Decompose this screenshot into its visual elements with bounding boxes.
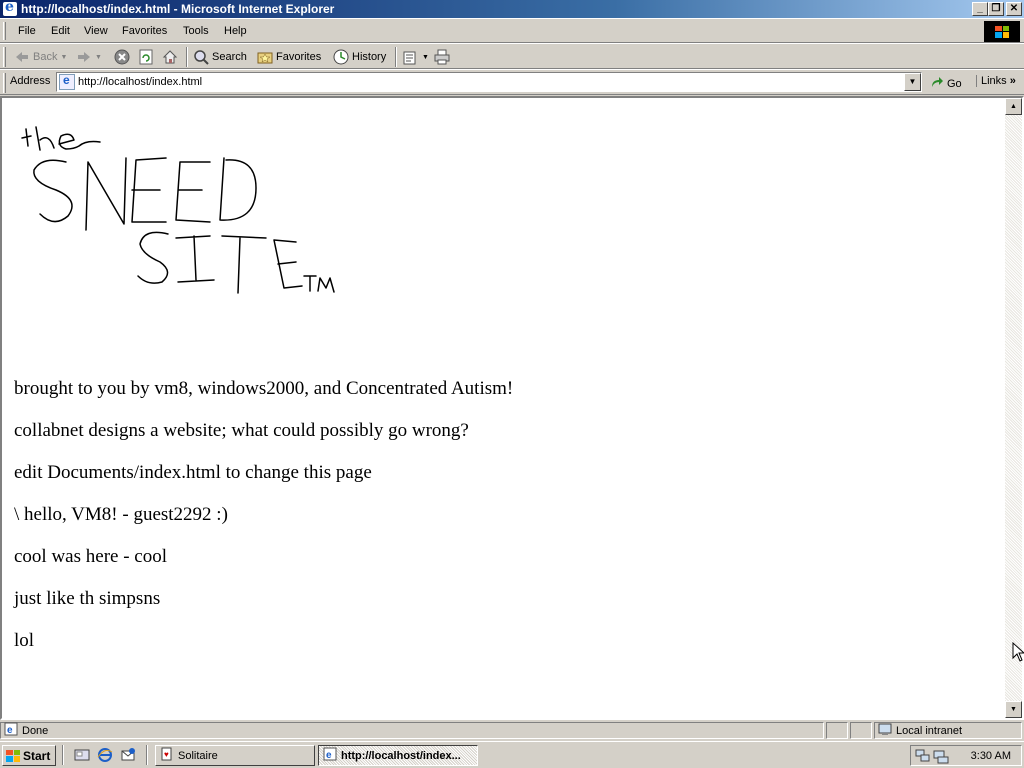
home-button[interactable] xyxy=(162,48,178,66)
sneed-site-logo xyxy=(14,118,344,306)
close-button[interactable]: ✕ xyxy=(1006,2,1022,16)
windows-flag-icon xyxy=(6,749,20,762)
back-dropdown-icon[interactable]: ▼ xyxy=(60,54,67,61)
standard-toolbar: Back ▼ ▼ Search Favorites History ▼ xyxy=(0,43,1024,69)
menu-view[interactable]: View xyxy=(84,25,108,37)
page-icon xyxy=(59,73,75,90)
taskbar-separator xyxy=(62,745,64,765)
chevron-right-icon: » xyxy=(1009,75,1016,87)
scroll-up-button[interactable]: ▲ xyxy=(1005,98,1022,115)
favorites-button[interactable]: Favorites xyxy=(257,48,321,66)
scroll-down-button[interactable]: ▼ xyxy=(1005,701,1022,718)
network-icon-2[interactable] xyxy=(933,748,949,767)
address-label: Address xyxy=(10,75,51,87)
paragraph: brought to you by vm8, windows2000, and … xyxy=(14,378,514,399)
status-panel-empty xyxy=(850,722,872,739)
minimize-button[interactable]: _ xyxy=(972,2,988,16)
menu-grip[interactable] xyxy=(3,22,6,40)
ie-icon xyxy=(3,0,17,16)
system-tray: 3:30 AM xyxy=(910,745,1022,766)
task-internet-explorer[interactable]: e http://localhost/index... xyxy=(318,745,478,766)
svg-text:e: e xyxy=(326,750,332,761)
zone-text: Local intranet xyxy=(896,724,963,737)
menu-help[interactable]: Help xyxy=(224,25,247,37)
refresh-icon xyxy=(138,49,154,65)
favorites-icon xyxy=(257,49,273,65)
history-button[interactable]: History xyxy=(333,48,386,66)
task-solitaire[interactable]: ♥ Solitaire xyxy=(155,745,315,766)
status-panel-empty xyxy=(826,722,848,739)
stop-button[interactable] xyxy=(114,48,130,66)
forward-dropdown-icon[interactable]: ▼ xyxy=(95,54,102,61)
menu-tools[interactable]: Tools xyxy=(183,25,209,37)
go-arrow-icon xyxy=(930,75,944,92)
forward-arrow-icon xyxy=(76,49,92,65)
address-grip[interactable] xyxy=(3,73,6,93)
mail-button[interactable]: ▼ xyxy=(403,48,429,66)
browser-viewport: brought to you by vm8, windows2000, and … xyxy=(0,96,1024,720)
home-icon xyxy=(162,49,178,65)
paragraph: \ hello, VM8! - guest2292 :) xyxy=(14,504,228,525)
address-bar: Address http://localhost/index.html ▼ Go… xyxy=(0,69,1024,95)
svg-text:e: e xyxy=(7,725,13,736)
menu-edit[interactable]: Edit xyxy=(51,25,70,37)
print-button[interactable] xyxy=(434,48,450,66)
page-status-icon: e xyxy=(4,722,18,739)
toolbar-separator xyxy=(186,47,188,67)
page-content: brought to you by vm8, windows2000, and … xyxy=(2,98,1006,718)
outlook-express-icon[interactable] xyxy=(120,747,136,763)
taskbar-separator xyxy=(146,745,148,765)
internet-explorer-icon[interactable] xyxy=(97,747,113,763)
stop-icon xyxy=(114,49,130,65)
status-text: Done xyxy=(22,724,49,737)
start-button[interactable]: Start xyxy=(2,745,56,766)
ie-task-icon: e xyxy=(323,747,337,764)
back-button[interactable]: Back ▼ xyxy=(14,48,67,66)
toolbar-separator xyxy=(395,47,397,67)
taskbar: Start ♥ Solitaire e http://localhost/ind… xyxy=(0,741,1024,768)
status-text-panel: e Done xyxy=(0,722,824,739)
window-title: http://localhost/index.html - Microsoft … xyxy=(21,2,335,16)
paragraph: collabnet designs a website; what could … xyxy=(14,420,469,441)
windows-logo xyxy=(984,21,1020,42)
intranet-icon xyxy=(878,722,892,739)
menu-favorites[interactable]: Favorites xyxy=(122,25,167,37)
title-bar[interactable]: http://localhost/index.html - Microsoft … xyxy=(0,0,1024,18)
mail-icon xyxy=(403,49,419,65)
print-icon xyxy=(434,49,450,65)
back-arrow-icon xyxy=(14,49,30,65)
svg-text:♥: ♥ xyxy=(164,750,169,759)
refresh-button[interactable] xyxy=(138,48,154,66)
status-bar: e Done Local intranet xyxy=(0,721,1024,741)
mouse-cursor-icon xyxy=(1012,641,1024,665)
zone-panel: Local intranet xyxy=(874,722,1022,739)
menu-file[interactable]: File xyxy=(18,25,36,37)
toolbar-grip[interactable] xyxy=(3,47,6,67)
paragraph: edit Documents/index.html to change this… xyxy=(14,462,372,483)
address-input[interactable]: http://localhost/index.html ▼ xyxy=(56,72,922,92)
solitaire-icon: ♥ xyxy=(160,747,174,764)
address-url[interactable]: http://localhost/index.html xyxy=(78,76,202,88)
windows-flag-icon xyxy=(995,25,1009,38)
history-icon xyxy=(333,49,349,65)
mail-dropdown-icon[interactable]: ▼ xyxy=(422,54,429,61)
paragraph: lol xyxy=(14,630,35,651)
menu-bar: File Edit View Favorites Tools Help xyxy=(0,18,1024,43)
links-button[interactable]: Links » xyxy=(976,75,1016,87)
search-icon xyxy=(193,49,209,65)
go-button[interactable]: Go xyxy=(930,75,962,92)
search-button[interactable]: Search xyxy=(193,48,247,66)
network-icon[interactable] xyxy=(915,748,931,767)
clock[interactable]: 3:30 AM xyxy=(971,750,1011,762)
paragraph: just like th simpsns xyxy=(14,588,161,609)
address-dropdown-button[interactable]: ▼ xyxy=(904,73,921,91)
show-desktop-icon[interactable] xyxy=(74,747,90,763)
forward-button[interactable]: ▼ xyxy=(76,48,102,66)
paragraph: cool was here - cool xyxy=(14,546,167,567)
vertical-scrollbar[interactable]: ▲ ▼ xyxy=(1005,98,1022,718)
restore-button[interactable]: ❐ xyxy=(988,2,1004,16)
